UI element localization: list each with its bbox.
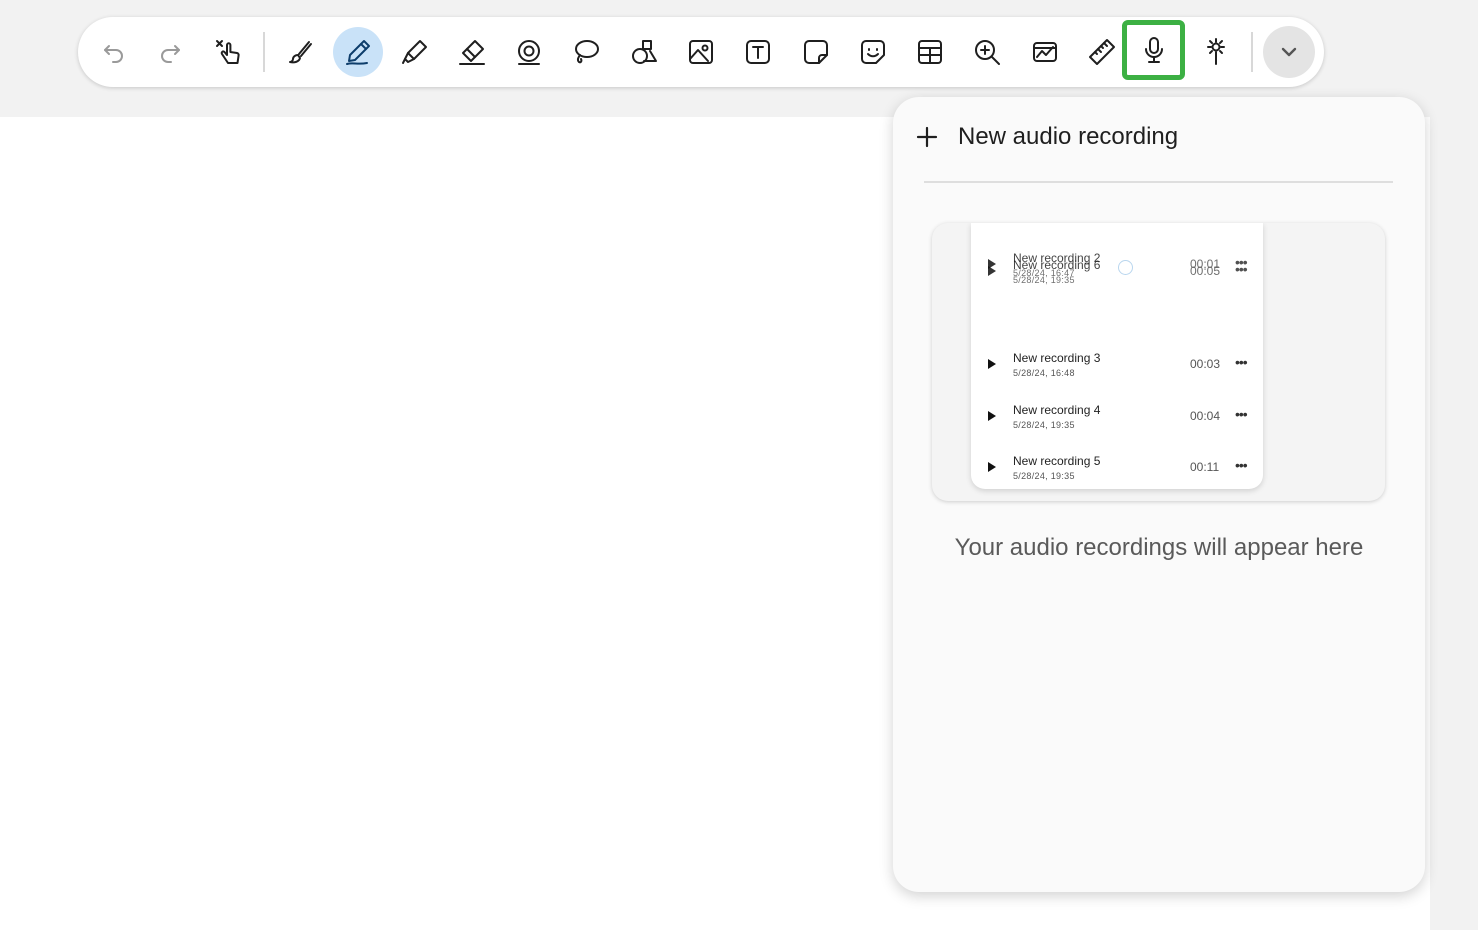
sticker-button[interactable] bbox=[848, 27, 898, 77]
recording-date: 5/28/24, 16:48 bbox=[1013, 368, 1075, 378]
touch-drawing-button[interactable] bbox=[203, 27, 253, 77]
recording-name: New recording 3 bbox=[1013, 351, 1101, 365]
redo-button[interactable] bbox=[145, 27, 195, 77]
new-audio-recording-label: New audio recording bbox=[958, 123, 1179, 150]
eraser-button[interactable] bbox=[447, 27, 497, 77]
microphone-icon bbox=[1144, 37, 1163, 63]
lasso-icon bbox=[575, 40, 599, 64]
empty-state-message: Your audio recordings will appear here bbox=[954, 534, 1364, 561]
recording-name: New recording 4 bbox=[1013, 403, 1101, 417]
stamp-icon bbox=[518, 40, 540, 65]
table-icon bbox=[918, 40, 942, 64]
recording-date: 5/28/24, 19:35 bbox=[1013, 471, 1075, 481]
stamp-button[interactable] bbox=[504, 27, 554, 77]
brush-icon bbox=[289, 41, 312, 64]
illustration-card: New recording 2 5/28/24, 16:47 00:01 •••… bbox=[971, 223, 1263, 489]
recording-duration: 00:03 bbox=[1190, 357, 1221, 371]
list-item: New recording 4 5/28/24, 19:35 00:04 ••• bbox=[971, 399, 1263, 439]
sticker-icon bbox=[861, 40, 885, 64]
recording-date: 5/28/24, 19:35 bbox=[1013, 275, 1075, 285]
laser-pointer-button[interactable] bbox=[1191, 27, 1241, 77]
toolbar-divider bbox=[263, 32, 265, 72]
toolbar bbox=[78, 17, 1324, 87]
chart-icon bbox=[1033, 42, 1057, 62]
play-icon bbox=[988, 266, 996, 276]
eraser-icon bbox=[459, 40, 485, 65]
marker-button[interactable] bbox=[390, 27, 440, 77]
audio-recording-button[interactable] bbox=[1122, 20, 1185, 80]
list-item: New recording 3 5/28/24, 16:48 00:03 ••• bbox=[971, 347, 1263, 387]
more-tools-button[interactable] bbox=[1263, 26, 1315, 78]
recording-name: New recording 6 bbox=[1013, 258, 1101, 272]
text-icon bbox=[746, 40, 770, 64]
laser-pointer-icon bbox=[1207, 38, 1225, 65]
list-item: New recording 5 5/28/24, 19:35 00:11 ••• bbox=[971, 450, 1263, 490]
recording-duration: 00:05 bbox=[1190, 264, 1221, 278]
text-box-button[interactable] bbox=[733, 27, 783, 77]
sticky-note-button[interactable] bbox=[791, 27, 841, 77]
recording-duration: 00:04 bbox=[1190, 409, 1221, 423]
play-icon bbox=[988, 462, 996, 472]
brush-button[interactable] bbox=[275, 27, 325, 77]
image-button[interactable] bbox=[676, 27, 726, 77]
recording-date: 5/28/24, 19:35 bbox=[1013, 420, 1075, 430]
shapes-button[interactable] bbox=[619, 27, 669, 77]
loading-spinner-icon bbox=[1118, 260, 1133, 275]
chevron-down-icon bbox=[1281, 47, 1297, 57]
undo-icon bbox=[104, 45, 123, 63]
zoom-button[interactable] bbox=[962, 27, 1012, 77]
audio-recordings-panel: New audio recording New recording 2 5/28… bbox=[893, 97, 1425, 892]
play-icon bbox=[988, 411, 996, 421]
zoom-in-icon bbox=[975, 40, 1000, 65]
ruler-icon bbox=[1089, 39, 1115, 65]
list-item: New recording 6 5/28/24, 19:35 00:05 ••• bbox=[971, 254, 1263, 294]
more-options-icon: ••• bbox=[1235, 457, 1248, 473]
undo-button[interactable] bbox=[89, 27, 139, 77]
more-options-icon: ••• bbox=[1235, 406, 1248, 422]
lasso-button[interactable] bbox=[561, 27, 611, 77]
pen-icon bbox=[346, 40, 370, 65]
plus-icon bbox=[913, 123, 941, 151]
pen-button[interactable] bbox=[333, 27, 383, 77]
recording-duration: 00:11 bbox=[1190, 460, 1220, 474]
panel-divider bbox=[924, 181, 1393, 183]
table-button[interactable] bbox=[905, 27, 955, 77]
redo-icon bbox=[161, 45, 180, 63]
sticky-note-icon bbox=[804, 40, 828, 64]
chart-button[interactable] bbox=[1020, 27, 1070, 77]
more-options-icon: ••• bbox=[1235, 354, 1248, 370]
image-icon bbox=[689, 40, 713, 64]
marker-icon bbox=[402, 40, 427, 64]
shapes-icon bbox=[632, 40, 657, 64]
toolbar-divider bbox=[1251, 32, 1253, 72]
more-options-icon: ••• bbox=[1235, 261, 1248, 277]
ruler-button[interactable] bbox=[1077, 27, 1127, 77]
play-icon bbox=[988, 359, 996, 369]
new-audio-recording-button[interactable]: New audio recording bbox=[913, 115, 1178, 159]
touch-off-icon bbox=[216, 40, 240, 64]
recording-name: New recording 5 bbox=[1013, 454, 1101, 468]
recordings-illustration: New recording 2 5/28/24, 16:47 00:01 •••… bbox=[932, 223, 1385, 501]
